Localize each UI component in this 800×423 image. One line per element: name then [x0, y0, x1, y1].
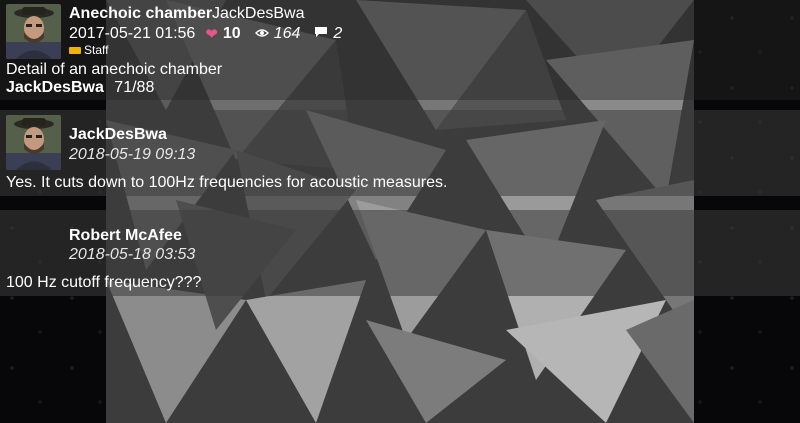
comment-item: Robert McAfee 2018-05-18 03:53 100 Hz cu…	[0, 210, 800, 296]
role-label: Staff	[84, 43, 109, 57]
comment-datetime: 2018-05-18 03:53	[69, 246, 196, 263]
likes-count: 10	[222, 25, 241, 42]
commenter-name[interactable]: Robert McAfee	[69, 227, 182, 245]
author-avatar[interactable]	[6, 4, 61, 59]
post-author-link[interactable]: JackDesBwa	[212, 5, 304, 23]
speech-bubble-icon[interactable]	[314, 25, 328, 43]
post-credit: JackDesBwa 71/88	[6, 79, 154, 97]
comment-datetime: 2018-05-19 09:13	[69, 146, 196, 163]
commenter-name[interactable]: JackDesBwa	[69, 126, 167, 144]
post-header: Anechoic chamber JackDesBwa 2017-05-21 0…	[0, 0, 800, 100]
image-position: 71/88	[114, 79, 155, 96]
post-title: Anechoic chamber	[69, 5, 213, 22]
post-description: Detail of an anechoic chamber	[6, 61, 223, 78]
comments-count: 2	[333, 25, 343, 42]
comment-text: Yes. It cuts down to 100Hz frequencies f…	[6, 174, 448, 191]
staff-badge-icon	[69, 46, 81, 54]
post-meta: 2017-05-21 01:56 ❤ 10 164 2	[69, 25, 342, 43]
role-badge: Staff	[69, 43, 108, 57]
post-datetime: 2017-05-21 01:56	[69, 25, 196, 42]
credit-user-link[interactable]: JackDesBwa	[6, 79, 104, 96]
commenter-avatar[interactable]	[6, 115, 61, 170]
comment-item: JackDesBwa 2018-05-19 09:13 Yes. It cuts…	[0, 110, 800, 196]
views-count: 164	[273, 25, 301, 42]
eye-icon	[254, 25, 269, 43]
heart-icon[interactable]: ❤	[205, 25, 218, 43]
comment-text: 100 Hz cutoff frequency???	[6, 274, 202, 291]
